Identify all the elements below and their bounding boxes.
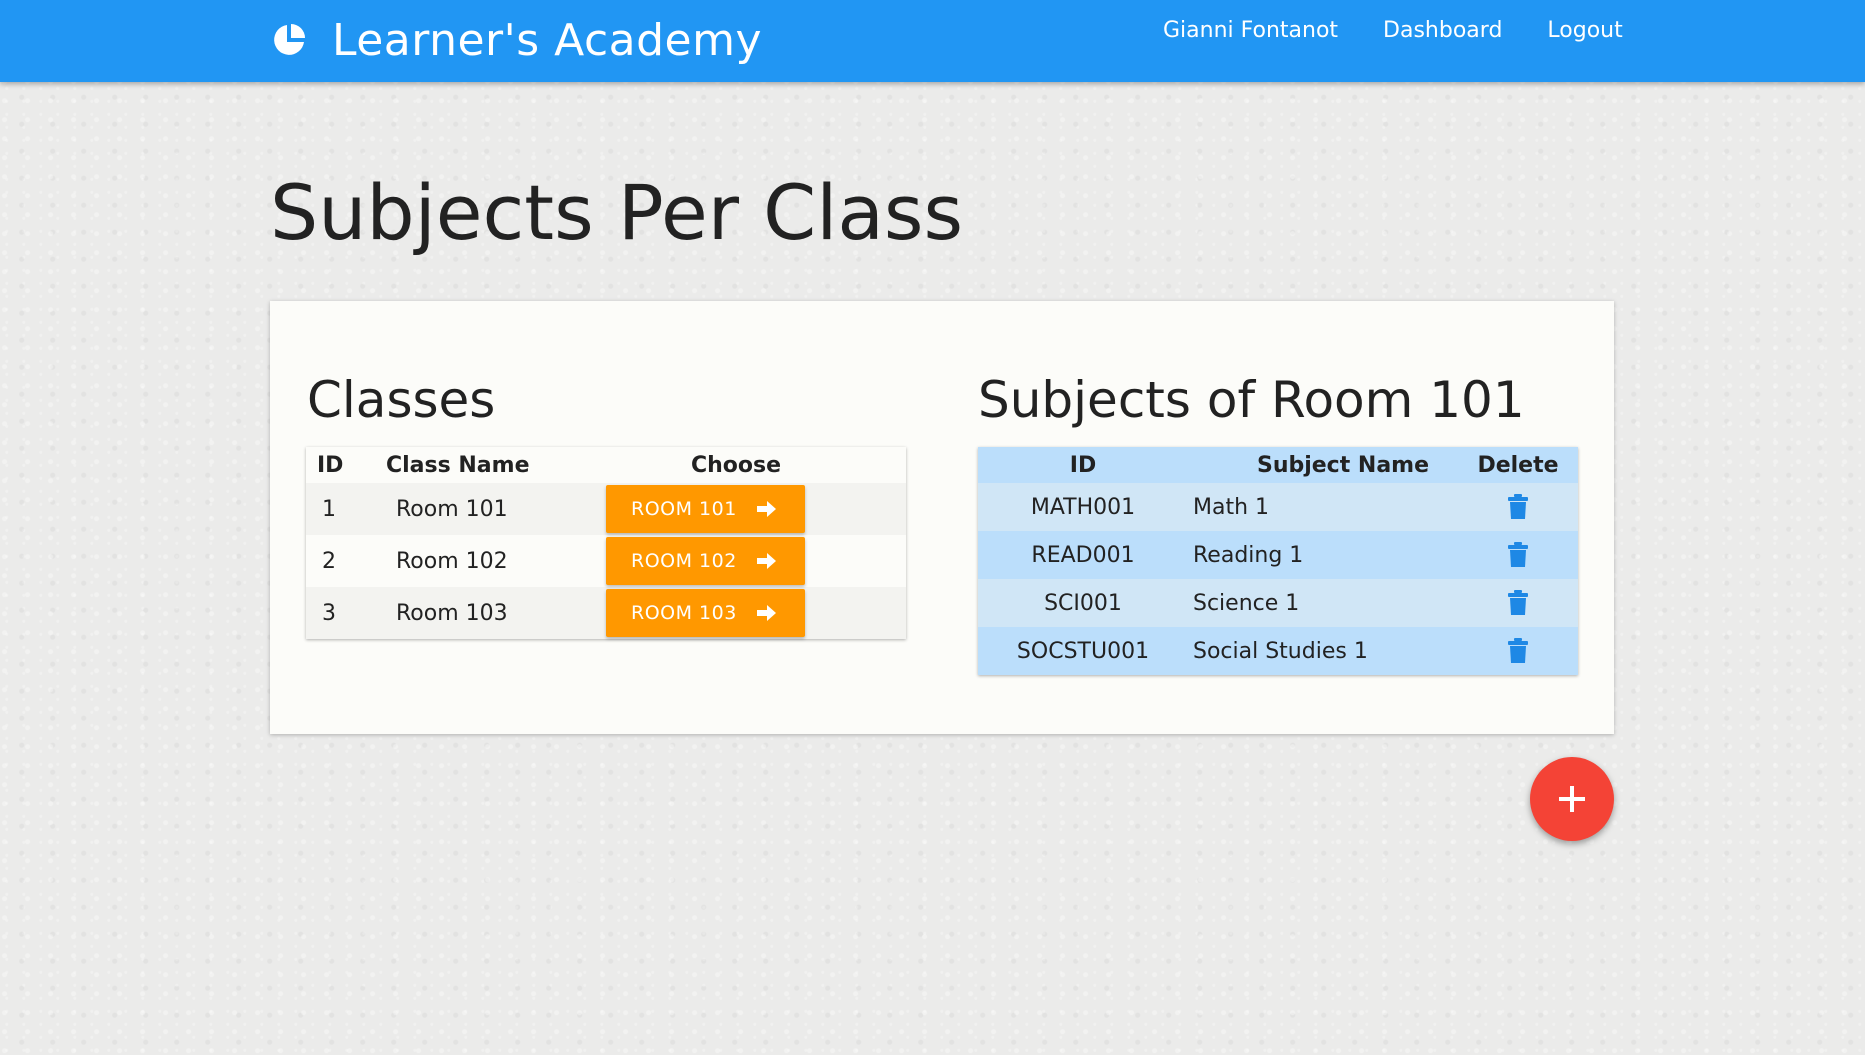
choose-button-label: ROOM 102 (631, 550, 737, 572)
classes-header-id: ID (317, 452, 344, 478)
add-subject-button[interactable] (1530, 757, 1614, 841)
pie-chart-icon (274, 24, 305, 55)
arrow-right-icon (757, 553, 776, 569)
subjects-table: ID Subject Name Delete MATH001 Math 1 RE… (978, 447, 1578, 675)
class-choose-cell: ROOM 102 (606, 535, 906, 587)
class-name: Room 102 (396, 548, 508, 574)
class-choose-cell: ROOM 103 (606, 587, 906, 639)
choose-room-103-button[interactable]: ROOM 103 (606, 589, 805, 637)
subject-delete-cell (1458, 531, 1578, 579)
trash-icon[interactable] (1508, 638, 1528, 664)
subject-row: MATH001 Math 1 (978, 483, 1578, 531)
class-id: 2 (322, 548, 336, 574)
subject-id: SOCSTU001 (1016, 638, 1150, 664)
subjects-header-id: ID (1069, 452, 1097, 478)
class-name: Room 103 (396, 600, 508, 626)
trash-icon[interactable] (1508, 494, 1528, 520)
subject-row: SCI001 Science 1 (978, 579, 1578, 627)
class-row: 3 Room 103 ROOM 103 (306, 587, 906, 639)
class-name: Room 101 (396, 496, 508, 522)
trash-icon[interactable] (1508, 590, 1528, 616)
subject-id: READ001 (1031, 542, 1135, 568)
nav-dashboard-link[interactable]: Dashboard (1383, 18, 1502, 43)
subject-id: MATH001 (1030, 494, 1136, 520)
subjects-title: Subjects of Room 101 (978, 371, 1525, 429)
app-title: Learner's Academy (332, 14, 763, 66)
class-id: 3 (322, 600, 336, 626)
classes-title: Classes (307, 371, 496, 429)
subject-delete-cell (1458, 627, 1578, 675)
subject-row: SOCSTU001 Social Studies 1 (978, 627, 1578, 675)
subject-delete-cell (1458, 579, 1578, 627)
choose-button-label: ROOM 101 (631, 498, 737, 520)
subjects-header-row: ID Subject Name Delete (978, 447, 1578, 483)
classes-header-choose: Choose (690, 452, 782, 478)
arrow-right-icon (757, 605, 776, 621)
arrow-right-icon (757, 501, 776, 517)
subject-name: Reading 1 (1193, 542, 1304, 568)
subject-delete-cell (1458, 483, 1578, 531)
trash-icon[interactable] (1508, 542, 1528, 568)
page-title: Subjects Per Class (270, 168, 964, 257)
navbar: Learner's Academy Gianni Fontanot Dashbo… (0, 0, 1865, 82)
main-card: Classes ID Class Name Choose 1 Room 101 … (270, 301, 1614, 734)
subject-row: READ001 Reading 1 (978, 531, 1578, 579)
subject-name: Science 1 (1193, 590, 1300, 616)
classes-table: ID Class Name Choose 1 Room 101 ROOM 101… (306, 447, 906, 639)
plus-icon (1559, 786, 1585, 812)
brand[interactable]: Learner's Academy (272, 10, 762, 70)
choose-room-101-button[interactable]: ROOM 101 (606, 485, 805, 533)
class-row: 1 Room 101 ROOM 101 (306, 483, 906, 535)
classes-header-name: Class Name (386, 452, 530, 478)
nav-user-link[interactable]: Gianni Fontanot (1163, 18, 1338, 43)
choose-button-label: ROOM 103 (631, 602, 737, 624)
classes-header-row: ID Class Name Choose (306, 447, 906, 483)
subjects-header-name: Subject Name (1256, 452, 1430, 478)
subject-id: SCI001 (1044, 590, 1122, 616)
class-choose-cell: ROOM 101 (606, 483, 906, 535)
choose-room-102-button[interactable]: ROOM 102 (606, 537, 805, 585)
class-row: 2 Room 102 ROOM 102 (306, 535, 906, 587)
nav-logout-link[interactable]: Logout (1547, 18, 1622, 43)
class-id: 1 (322, 496, 336, 522)
subject-name: Social Studies 1 (1193, 638, 1368, 664)
nav-links: Gianni Fontanot Dashboard Logout (1163, 18, 1623, 43)
subjects-header-delete: Delete (1477, 452, 1559, 478)
subject-name: Math 1 (1193, 494, 1270, 520)
